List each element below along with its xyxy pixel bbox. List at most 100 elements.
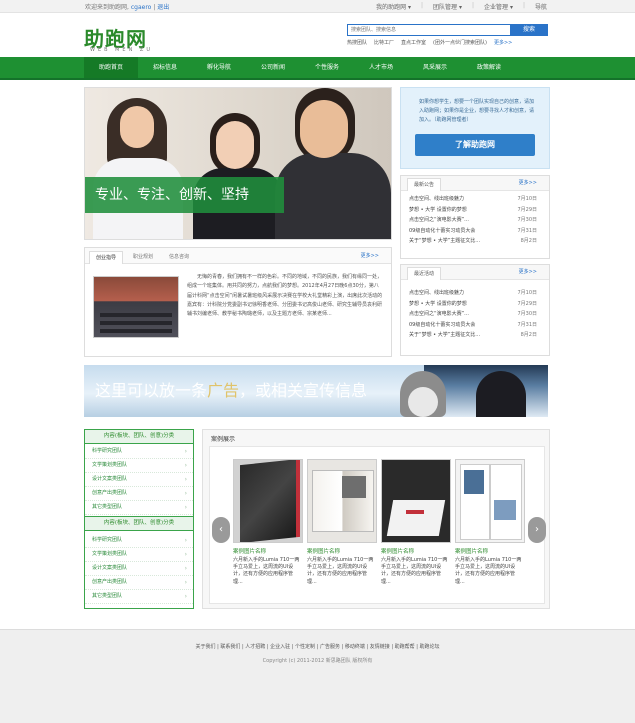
case-name[interactable]: 案例图片名称 — [381, 547, 449, 555]
nav-incubation[interactable]: 孵化导航 — [192, 57, 246, 78]
sidebar-item[interactable]: 文学策划类团队 › — [85, 548, 193, 562]
case-desc: 六月新入手的Lumia 710一两手立马爱上，这周流的UI设计，还有方便的应用程… — [307, 557, 374, 585]
chevron-right-icon: › — [184, 476, 187, 483]
top-bar: 欢迎来到助跑网, cgaero | 退出 我的助跑网 ▾ | 团队管理 ▾ | … — [0, 0, 635, 13]
company-manage-menu[interactable]: 企业管理 ▾ — [484, 2, 513, 11]
hot-link[interactable]: 比特工厂 — [374, 39, 394, 46]
event-photo[interactable] — [93, 276, 179, 338]
case-name[interactable]: 案例图片名称 — [455, 547, 523, 555]
guidance-panel: 创业指导 职业规划 信息咨询 更多>> 无悔的青春，我们拥有不一样的色彩。不同的… — [84, 247, 392, 357]
promo-text: 如果你想学生，想要一个团队实现自己的创意，请加入助跑网；如果你是企业，想要寻找人… — [419, 99, 535, 123]
chevron-right-icon: › — [184, 504, 187, 511]
footer-link[interactable]: 广告服务 — [320, 644, 340, 650]
site-logo[interactable]: 助跑网 WEB MEN ZU — [84, 23, 164, 53]
activities-more-link[interactable]: 更多>> — [519, 268, 537, 275]
team-manage-menu[interactable]: 团队管理 ▾ — [433, 2, 462, 11]
learn-more-button[interactable]: 了解助跑网 — [415, 134, 535, 156]
sidebar-item[interactable]: 创意产出类团队 › — [85, 487, 193, 501]
copyright: Copyright (c) 2011-2012 新思路团队 版权所有 — [262, 658, 373, 664]
case-image[interactable] — [381, 459, 451, 543]
footer-link[interactable]: 友情链接 — [370, 644, 390, 650]
case-image[interactable] — [455, 459, 525, 543]
case-card[interactable]: 案例图片名称 六月新入手的Lumia 710一两手立马爱上，这周流的UI设计，还… — [381, 459, 451, 586]
sidebar-item[interactable]: 其它类型团队 › — [85, 590, 193, 604]
nav-policy[interactable]: 政策解读 — [462, 57, 516, 78]
nav-showcase[interactable]: 风采展示 — [408, 57, 462, 78]
list-item[interactable]: 关于“梦想 • 大学”主题征文比... 8月2日 — [409, 331, 537, 342]
chevron-right-icon[interactable]: › — [528, 517, 546, 543]
footer-link[interactable]: 关于我们 — [195, 644, 215, 650]
tab-startup-guide[interactable]: 创业指导 — [89, 251, 124, 264]
list-item[interactable]: 09级自动化十蕾实习动员大会 7月31日 — [409, 321, 537, 332]
chevron-right-icon: › — [184, 462, 187, 469]
sidebar-item[interactable]: 其它类型团队 › — [85, 501, 193, 515]
sidebar-item[interactable]: 创意产出类团队 › — [85, 576, 193, 590]
chevron-right-icon: › — [184, 490, 187, 497]
tab-latest-notices[interactable]: 最新公告 — [407, 178, 442, 191]
guidance-more-link[interactable]: 更多>> — [361, 252, 379, 259]
list-item[interactable]: 关于“梦想 • 大学”主题征文比... 8月2日 — [409, 237, 537, 248]
welcome-message: 欢迎来到助跑网, cgaero | 退出 — [85, 4, 170, 11]
nav-services[interactable]: 个性服务 — [300, 57, 354, 78]
chevron-right-icon: › — [184, 593, 187, 600]
list-item[interactable]: 梦想 • 大学 设置你的梦想 7月29日 — [409, 300, 537, 311]
case-section-title: 案例展示 — [211, 436, 236, 443]
chevron-right-icon: › — [184, 537, 187, 544]
ad-banner[interactable]: 这里可以放一条广告，或相关宣传信息 — [84, 365, 548, 417]
tab-recent-activities[interactable]: 最近活动 — [407, 267, 442, 280]
hot-more-link[interactable]: 更多>> — [494, 39, 512, 46]
banner-slogan: 专业、专注、创新、坚持 — [85, 177, 284, 213]
footer-link[interactable]: 助跑论坛 — [420, 644, 440, 650]
welcome-text: 欢迎来到助跑网, — [85, 4, 129, 11]
search-input[interactable] — [347, 24, 513, 36]
case-card[interactable]: 案例图片名称 六月新入手的Lumia 710一两手立马爱上，这周流的UI设计，还… — [455, 459, 525, 586]
footer-links: 关于我们 | 联系我们 | 人才招聘 | 企业入驻 | 个性定制 | 广告服务 … — [195, 644, 440, 650]
footer-link[interactable]: 个性定制 — [295, 644, 315, 650]
case-name[interactable]: 案例图片名称 — [233, 547, 301, 555]
logout-link[interactable]: 退出 — [157, 4, 169, 11]
nav-home[interactable]: 助跑首页 — [84, 57, 138, 78]
list-item[interactable]: 点击空间、线出班级魅力 7月10日 — [409, 289, 537, 300]
notices-more-link[interactable]: 更多>> — [519, 179, 537, 186]
case-image[interactable] — [233, 459, 303, 543]
footer-link[interactable]: 联系我们 — [220, 644, 240, 650]
sidebar-item[interactable]: 设计文案类团队 › — [85, 473, 193, 487]
guidance-article: 无悔的青春，我们拥有不一样的色彩。不同的地域，不同的民族，我们有缘同一处，组成一… — [187, 274, 383, 318]
list-item[interactable]: 09级自动化十蕾实习动员大会 7月31日 — [409, 227, 537, 238]
list-item[interactable]: 点击空间之“演电影大赛”... 7月30日 — [409, 310, 537, 321]
username-link[interactable]: cgaero — [131, 4, 151, 11]
search-bar: 搜索 — [347, 24, 548, 36]
sidebar-item[interactable]: 文学策划类团队 › — [85, 459, 193, 473]
chevron-right-icon: › — [184, 448, 187, 455]
footer-link[interactable]: 企业入驻 — [270, 644, 290, 650]
footer-link[interactable]: 人才招聘 — [245, 644, 265, 650]
hot-search-links: 热搜团队 比特工厂 直点工作室 (团外一点伙门搜索团队) 更多>> — [347, 39, 512, 46]
case-image[interactable] — [307, 459, 377, 543]
hot-link[interactable]: (团外一点伙门搜索团队) — [433, 39, 487, 46]
case-card[interactable]: 案例图片名称 六月新入手的Lumia 710一两手立马爱上，这周流的UI设计，还… — [307, 459, 377, 586]
nav-talent[interactable]: 人才市场 — [354, 57, 408, 78]
case-name[interactable]: 案例图片名称 — [307, 547, 375, 555]
sidebar-item[interactable]: 科学研究团队 › — [85, 534, 193, 548]
case-card[interactable]: 案例图片名称 六月新入手的Lumia 710一两手立马爱上，这周流的UI设计，还… — [233, 459, 303, 586]
hot-link[interactable]: 直点工作室 — [401, 39, 426, 46]
nav-news[interactable]: 公司新闻 — [246, 57, 300, 78]
footer-link[interactable]: 移动终端 — [345, 644, 365, 650]
site-nav-menu[interactable]: 导航 — [535, 2, 547, 11]
hot-link[interactable]: 热搜团队 — [347, 39, 367, 46]
tab-info-consulting[interactable]: 信息咨询 — [163, 251, 195, 263]
sidebar-item[interactable]: 设计文案类团队 › — [85, 562, 193, 576]
sidebar-item[interactable]: 科学研究团队 › — [85, 445, 193, 459]
tab-career-planning[interactable]: 职业规划 — [127, 251, 159, 263]
list-item[interactable]: 点击空间之“演电影大赛”... 7月30日 — [409, 216, 537, 227]
hero-banner[interactable]: 专业、专注、创新、坚持 — [84, 87, 392, 240]
search-button[interactable]: 搜索 — [510, 24, 548, 36]
my-zhupao-menu[interactable]: 我的助跑网 ▾ — [376, 2, 411, 11]
list-item[interactable]: 点击空间、线出班级魅力 7月10日 — [409, 195, 537, 206]
footer-link[interactable]: 助跑帮帮 — [395, 644, 415, 650]
chevron-left-icon[interactable]: ‹ — [212, 517, 230, 543]
category-heading: 内容(板块、团队、创意)分类 — [85, 430, 193, 444]
list-item[interactable]: 梦想 • 大学 设置你的梦想 7月29日 — [409, 206, 537, 217]
nav-bidding[interactable]: 招标信息 — [138, 57, 192, 78]
case-desc: 六月新入手的Lumia 710一两手立马爱上，这周流的UI设计，还有方便的应用程… — [381, 557, 448, 585]
